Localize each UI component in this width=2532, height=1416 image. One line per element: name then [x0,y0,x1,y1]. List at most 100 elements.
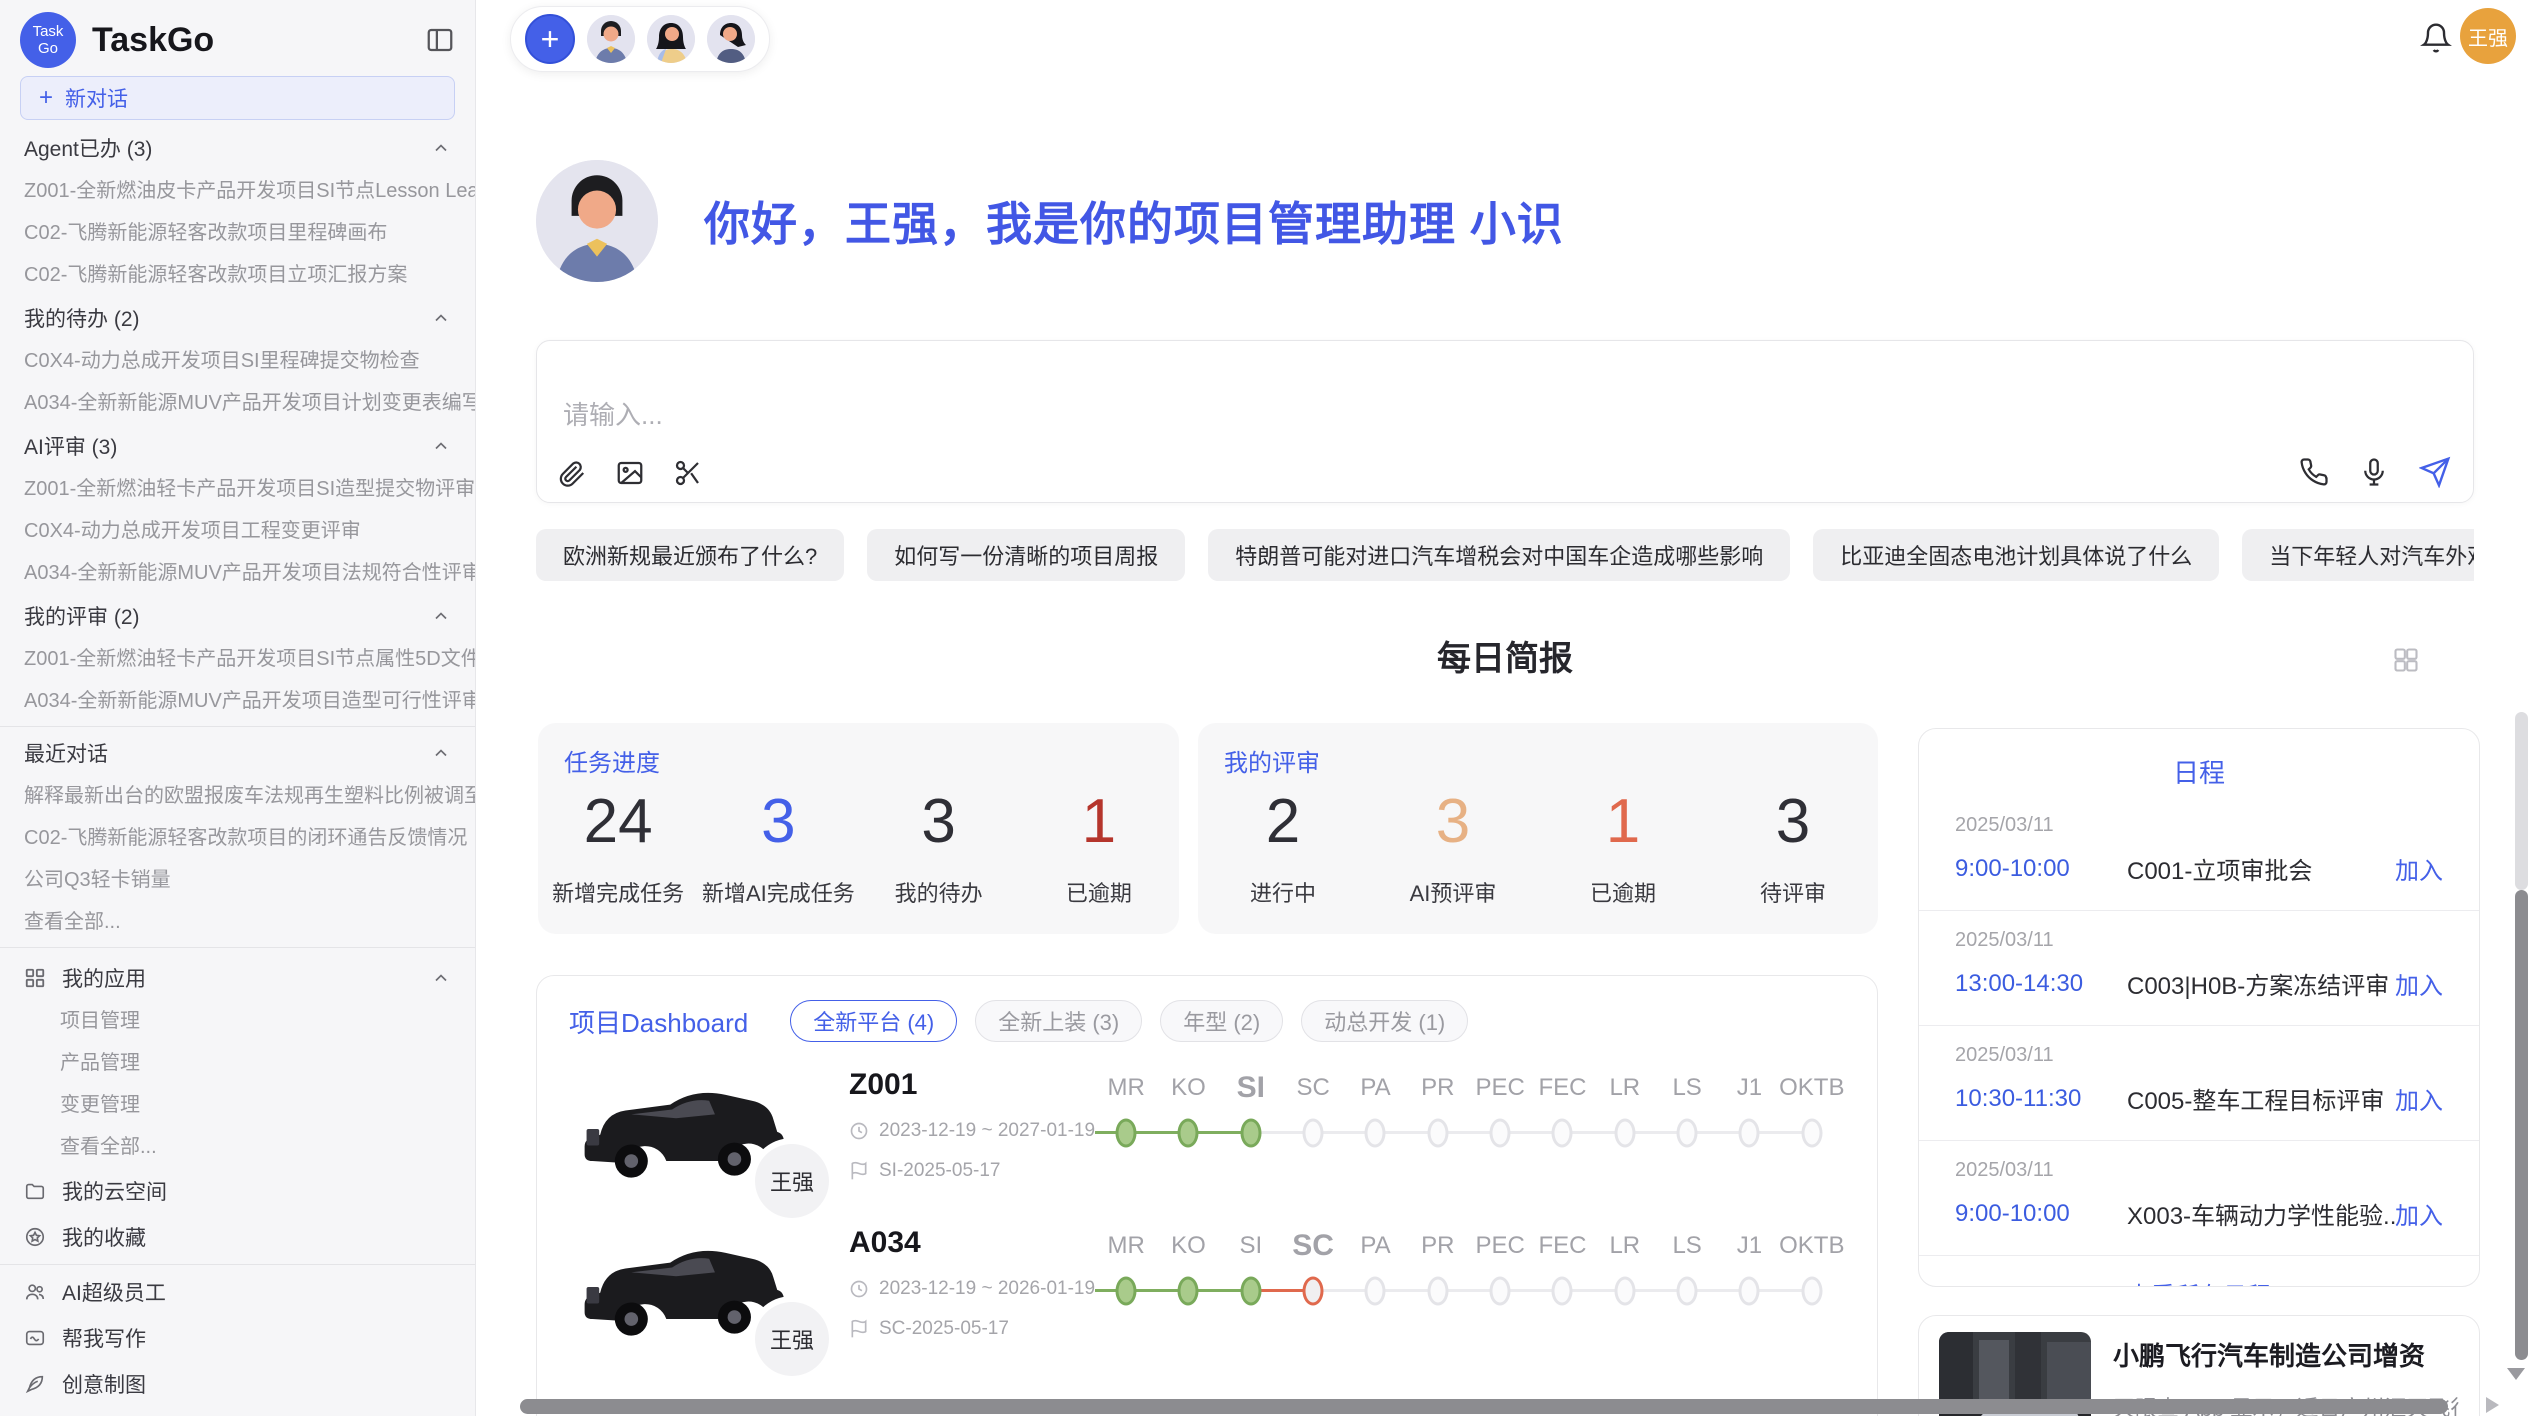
sidebar-item-project-mgmt[interactable]: 项目管理 [0,1000,475,1042]
sidebar-item-help-write[interactable]: 帮我写作 [0,1315,475,1361]
milestone-node[interactable] [1490,1119,1511,1148]
view-all-apps[interactable]: 查看全部... [0,1126,475,1168]
list-item[interactable]: Z001-全新燃油皮卡产品开发项目SI节点Lesson Learn报告 [0,170,475,212]
chevron-up-icon[interactable] [431,436,451,456]
list-item[interactable]: Z001-全新燃油轻卡产品开发项目SI造型提交物评审 [0,468,475,510]
sidebar-item-ai-employee[interactable]: AI超级员工 [0,1269,475,1315]
section-my-review[interactable]: 我的评审 (2) [0,594,475,638]
list-item[interactable]: A034-全新新能源MUV产品开发项目法规符合性评审 [0,552,475,594]
filter-chip[interactable]: 年型 (2) [1160,1000,1283,1042]
list-item[interactable]: C0X4-动力总成开发项目SI里程碑提交物检查 [0,340,475,382]
suggestion-chip[interactable]: 如何写一份清晰的项目周报 [867,529,1185,581]
member-avatar[interactable] [707,15,755,63]
attachment-icon[interactable] [557,458,587,488]
collapse-sidebar-icon[interactable] [425,25,455,55]
vertical-scrollbar-track[interactable] [2515,712,2528,890]
chevron-up-icon[interactable] [431,138,451,158]
chevron-up-icon[interactable] [431,743,451,763]
milestone-node-done[interactable] [1178,1277,1199,1306]
view-all-chats[interactable]: 查看全部... [0,901,475,943]
list-item[interactable]: C02-飞腾新能源轻客改款项目里程碑画布 [0,212,475,254]
list-item[interactable]: C02-飞腾新能源轻客改款项目的闭环通告反馈情况 [0,817,475,859]
milestone-node-done[interactable] [1240,1277,1261,1306]
suggestion-chip[interactable]: 特朗普可能对进口汽车增税会对中国车企造成哪些影响 [1208,529,1790,581]
join-link[interactable]: 加入 [2395,851,2443,886]
section-my-apps[interactable]: 我的应用 [0,956,475,1000]
send-icon[interactable] [2419,456,2451,488]
milestone-node-done[interactable] [1240,1119,1261,1148]
vertical-scrollbar-thumb[interactable] [2515,890,2528,1360]
milestone-node[interactable] [1739,1119,1760,1148]
milestone-node[interactable] [1303,1119,1324,1148]
chat-input-box[interactable]: 请输入... [536,340,2474,503]
microphone-icon[interactable] [2359,457,2389,487]
section-my-todo[interactable]: 我的待办 (2) [0,296,475,340]
member-avatar[interactable] [587,15,635,63]
list-item[interactable]: Z001-全新燃油轻卡产品开发项目SI节点属性5D文件评审 [0,638,475,680]
chevron-up-icon[interactable] [431,308,451,328]
milestone-node[interactable] [1677,1119,1698,1148]
list-item[interactable]: 公司Q3轻卡销量 [0,859,475,901]
milestone-node[interactable] [1427,1119,1448,1148]
milestone-node[interactable] [1427,1277,1448,1306]
milestone-node[interactable] [1739,1277,1760,1306]
join-link[interactable]: 加入 [2395,1196,2443,1231]
project-row[interactable]: 王强 Z001 2023-12-19 ~ 2027-01-19 SI-2025-… [537,1050,1877,1208]
notification-bell-icon[interactable] [2420,22,2452,54]
milestone-node-done[interactable] [1178,1119,1199,1148]
milestone-node[interactable] [1552,1277,1573,1306]
layout-grid-icon[interactable] [2392,646,2420,674]
suggestion-chip[interactable]: 比亚迪全固态电池计划具体说了什么 [1813,529,2219,581]
list-item[interactable]: A034-全新新能源MUV产品开发项目造型可行性评审 [0,680,475,722]
list-item[interactable]: C0X4-动力总成开发项目工程变更评审 [0,510,475,552]
filter-chip[interactable]: 动总开发 (1) [1301,1000,1468,1042]
chevron-up-icon[interactable] [431,606,451,626]
milestone-label-current: SC [1292,1224,1334,1268]
milestone-node[interactable] [1801,1277,1822,1306]
suggestion-chip[interactable]: 欧洲新规最近颁布了什么? [536,529,844,581]
milestone-node[interactable] [1801,1119,1822,1148]
new-chat-label: 新对话 [65,83,128,113]
new-chat-button[interactable]: + 新对话 [20,76,455,120]
milestone-node-done[interactable] [1116,1119,1137,1148]
phone-icon[interactable] [2299,457,2329,487]
milestone-node-done[interactable] [1116,1277,1137,1306]
image-icon[interactable] [615,458,645,488]
section-ai-review[interactable]: AI评审 (3) [0,424,475,468]
member-avatar[interactable] [647,15,695,63]
stat-value: 3 [1708,786,1878,858]
scroll-right-arrow[interactable] [2486,1397,2499,1413]
milestone-node[interactable] [1677,1277,1698,1306]
suggestion-chip[interactable]: 当下年轻人对汽车外观有怎样的喜好趋势 [2242,529,2474,581]
milestone-node[interactable] [1490,1277,1511,1306]
add-member-button[interactable]: + [525,14,575,64]
horizontal-scrollbar-thumb[interactable] [520,1399,2448,1414]
user-avatar[interactable]: 王强 [2460,8,2516,64]
filter-chip-active[interactable]: 全新平台 (4) [790,1000,957,1042]
section-recent-chats[interactable]: 最近对话 [0,731,475,775]
project-row[interactable]: 王强 A034 2023-12-19 ~ 2026-01-19 SC-2025-… [537,1208,1877,1366]
filter-chip[interactable]: 全新上装 (3) [975,1000,1142,1042]
milestone-node[interactable] [1614,1119,1635,1148]
sidebar-item-favorites[interactable]: 我的收藏 [0,1214,475,1260]
sidebar-item-creative-draw[interactable]: 创意制图 [0,1361,475,1407]
sidebar-item-product-mgmt[interactable]: 产品管理 [0,1042,475,1084]
milestone-node[interactable] [1614,1277,1635,1306]
schedule-name: C005-整车工程目标评审 [2127,1081,2395,1116]
milestone-node[interactable] [1365,1119,1386,1148]
sidebar-item-cloud-space[interactable]: 我的云空间 [0,1168,475,1214]
section-agent-done[interactable]: Agent已办 (3) [0,126,475,170]
milestone-node[interactable] [1552,1119,1573,1148]
join-link[interactable]: 加入 [2395,966,2443,1001]
list-item[interactable]: C02-飞腾新能源轻客改款项目立项汇报方案 [0,254,475,296]
scroll-down-arrow[interactable] [2507,1368,2525,1380]
milestone-node-overdue[interactable] [1303,1277,1324,1306]
scissors-icon[interactable] [673,458,703,488]
list-item[interactable]: 解释最新出台的欧盟报废车法规再生塑料比例被调至15%... [0,775,475,817]
view-all-schedule-link[interactable]: 查看所有日程 [1919,1256,2479,1287]
milestone-node[interactable] [1365,1277,1386,1306]
sidebar-item-change-mgmt[interactable]: 变更管理 [0,1084,475,1126]
list-item[interactable]: A034-全新新能源MUV产品开发项目计划变更表编写 [0,382,475,424]
chevron-up-icon[interactable] [431,968,451,988]
join-link[interactable]: 加入 [2395,1081,2443,1116]
